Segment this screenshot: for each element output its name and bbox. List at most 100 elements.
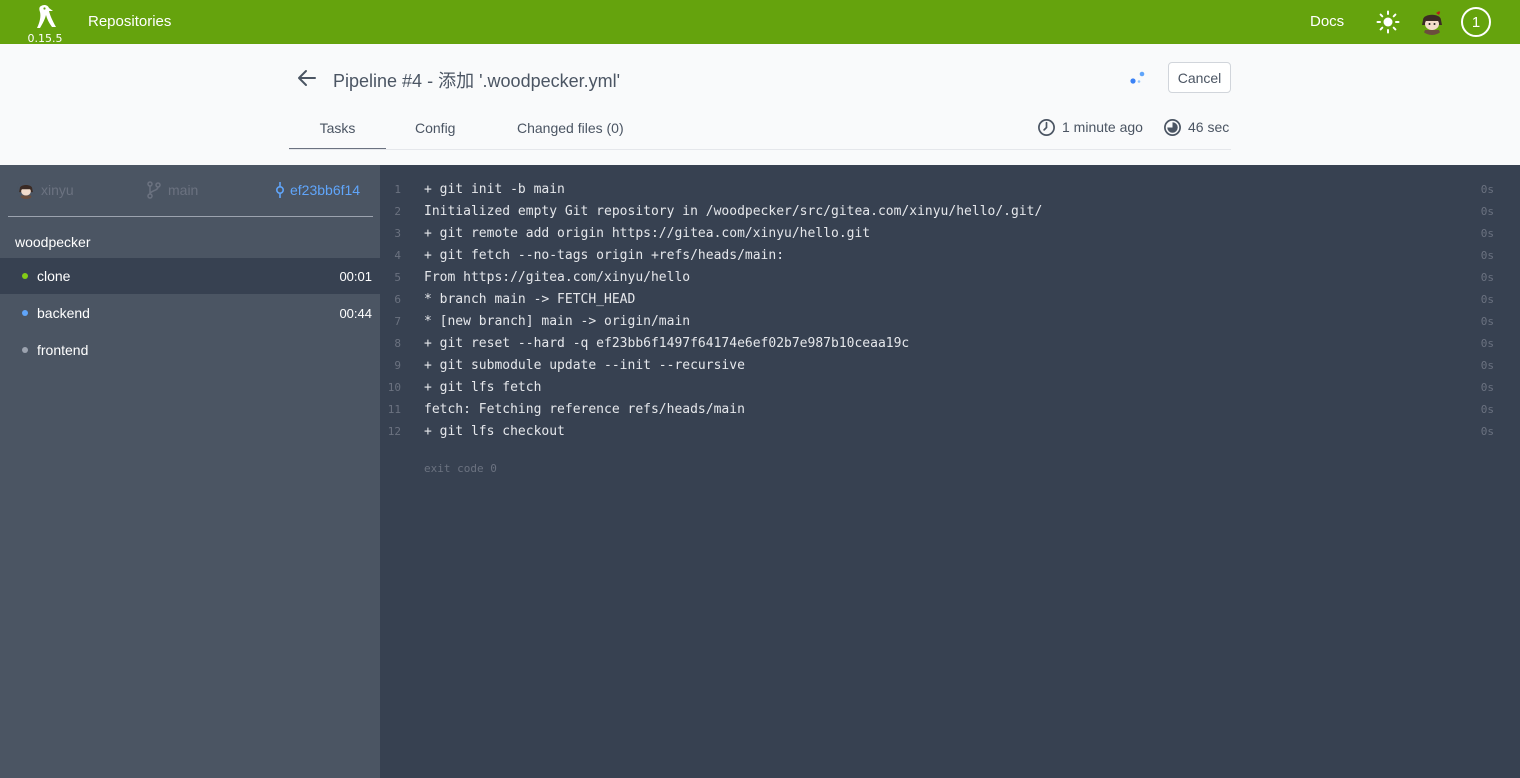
line-text: + git reset --hard -q ef23bb6f1497f64174… (424, 336, 910, 351)
line-number[interactable]: 3 (380, 227, 401, 240)
log-line: 4 + git fetch --no-tags origin +refs/hea… (380, 245, 1520, 267)
sun-icon (1376, 10, 1400, 34)
commit-info: xinyu main ef23bb6f14 (8, 165, 373, 217)
line-number[interactable]: 7 (380, 315, 401, 328)
commit-author: xinyu (17, 181, 74, 199)
log-viewer: 1 + git init -b main 0s 2 Initialized em… (380, 165, 1520, 778)
pipeline-duration-text: 46 sec (1188, 119, 1230, 135)
log-line: 5 From https://gitea.com/xinyu/hello 0s (380, 267, 1520, 289)
author-name: xinyu (41, 182, 74, 198)
created-time-text: 1 minute ago (1062, 119, 1143, 135)
step-duration: 00:01 (339, 269, 372, 284)
log-line: 7 * [new branch] main -> origin/main 0s (380, 311, 1520, 333)
user-avatar[interactable] (1419, 9, 1445, 35)
line-time: 0s (1480, 183, 1494, 196)
line-text: + git submodule update --init --recursiv… (424, 358, 745, 373)
steps-sidebar: xinyu main ef23bb6f14 woodpecker clone 0… (0, 165, 380, 778)
page-title: Pipeline #4 - 添加 '.woodpecker.yml' (333, 67, 620, 93)
line-text: Initialized empty Git repository in /woo… (424, 204, 1043, 219)
line-text: + git lfs checkout (424, 424, 565, 439)
active-pipelines-badge[interactable]: 1 (1461, 7, 1491, 37)
line-time: 0s (1480, 205, 1494, 218)
clock-icon (1038, 118, 1055, 136)
line-text: From https://gitea.com/xinyu/hello (424, 270, 691, 285)
log-line: 3 + git remote add origin https://gitea.… (380, 223, 1520, 245)
workflow-name: woodpecker (15, 234, 91, 250)
arrow-left-icon (298, 70, 316, 86)
step-name: clone (37, 268, 71, 284)
line-time: 0s (1480, 249, 1494, 262)
pipeline-number: Pipeline #4 (333, 71, 423, 91)
log-line: 10 + git lfs fetch 0s (380, 377, 1520, 399)
woodpecker-logo-icon (37, 4, 56, 28)
created-time: 1 minute ago (1037, 117, 1143, 137)
line-number[interactable]: 8 (380, 337, 401, 350)
line-time: 0s (1480, 337, 1494, 350)
nav-repositories-link[interactable]: Repositories (88, 13, 171, 30)
line-number[interactable]: 12 (380, 425, 401, 438)
line-number[interactable]: 9 (380, 359, 401, 372)
line-time: 0s (1480, 227, 1494, 240)
step-name: frontend (37, 342, 89, 358)
tab-config[interactable]: Config (415, 120, 455, 136)
line-number[interactable]: 4 (380, 249, 401, 262)
line-text: + git lfs fetch (424, 380, 542, 395)
log-line: 9 + git submodule update --init --recurs… (380, 355, 1520, 377)
log-line: 8 + git reset --hard -q ef23bb6f1497f641… (380, 333, 1520, 355)
tab-tasks[interactable]: Tasks (289, 120, 386, 150)
branch-name: main (168, 182, 199, 198)
line-time: 0s (1480, 293, 1494, 306)
pipeline-header: Pipeline #4 - 添加 '.woodpecker.yml' Cance… (0, 44, 1520, 165)
line-number[interactable]: 10 (380, 381, 401, 394)
line-time: 0s (1480, 425, 1494, 438)
line-number[interactable]: 11 (380, 403, 401, 416)
step-frontend[interactable]: frontend (0, 332, 380, 368)
branch-icon (147, 181, 161, 199)
pipeline-duration: 46 sec (1163, 117, 1229, 137)
avatar-image (1419, 9, 1445, 35)
woodpecker-logo[interactable]: 0.15.5 (26, 3, 64, 45)
nav-docs-link[interactable]: Docs (1310, 13, 1344, 30)
commit-link[interactable]: ef23bb6f14 (275, 181, 360, 199)
running-spinner-icon (1128, 68, 1148, 88)
author-avatar (17, 181, 35, 199)
commit-sha: ef23bb6f14 (290, 182, 361, 198)
line-text: + git init -b main (424, 182, 565, 197)
step-clone[interactable]: clone 00:01 (0, 258, 380, 294)
title-separator: - (427, 71, 434, 91)
pipeline-message: 添加 '.woodpecker.yml' (438, 71, 621, 91)
step-status-dot (22, 273, 28, 279)
tabs-divider (289, 149, 1231, 150)
line-text: + git fetch --no-tags origin +refs/heads… (424, 248, 785, 263)
log-line: 6 * branch main -> FETCH_HEAD 0s (380, 289, 1520, 311)
tab-changed-files[interactable]: Changed files (0) (517, 120, 624, 136)
step-name: backend (37, 305, 90, 321)
log-line: 2 Initialized empty Git repository in /w… (380, 201, 1520, 223)
log-line: 1 + git init -b main 0s (380, 179, 1520, 201)
line-time: 0s (1480, 271, 1494, 284)
theme-toggle-button[interactable] (1376, 10, 1400, 34)
line-number[interactable]: 2 (380, 205, 401, 218)
step-status-dot (22, 347, 28, 353)
log-line: 11 fetch: Fetching reference refs/heads/… (380, 399, 1520, 421)
back-button[interactable] (294, 66, 320, 90)
line-number[interactable]: 6 (380, 293, 401, 306)
commit-branch: main (146, 181, 198, 199)
commit-icon (275, 182, 285, 198)
log-line: 12 + git lfs checkout 0s (380, 421, 1520, 443)
line-time: 0s (1480, 359, 1494, 372)
line-time: 0s (1480, 403, 1494, 416)
exit-code: exit code 0 (424, 462, 497, 475)
line-time: 0s (1480, 381, 1494, 394)
cancel-button[interactable]: Cancel (1168, 62, 1231, 93)
step-duration: 00:44 (339, 306, 372, 321)
line-text: fetch: Fetching reference refs/heads/mai… (424, 402, 745, 417)
line-text: + git remote add origin https://gitea.co… (424, 226, 871, 241)
line-number[interactable]: 5 (380, 271, 401, 284)
step-status-dot (22, 310, 28, 316)
line-text: * branch main -> FETCH_HEAD (424, 292, 636, 307)
step-backend[interactable]: backend 00:44 (0, 295, 380, 331)
line-number[interactable]: 1 (380, 183, 401, 196)
top-navbar: 0.15.5 Repositories Docs 1 (0, 0, 1520, 45)
line-time: 0s (1480, 315, 1494, 328)
